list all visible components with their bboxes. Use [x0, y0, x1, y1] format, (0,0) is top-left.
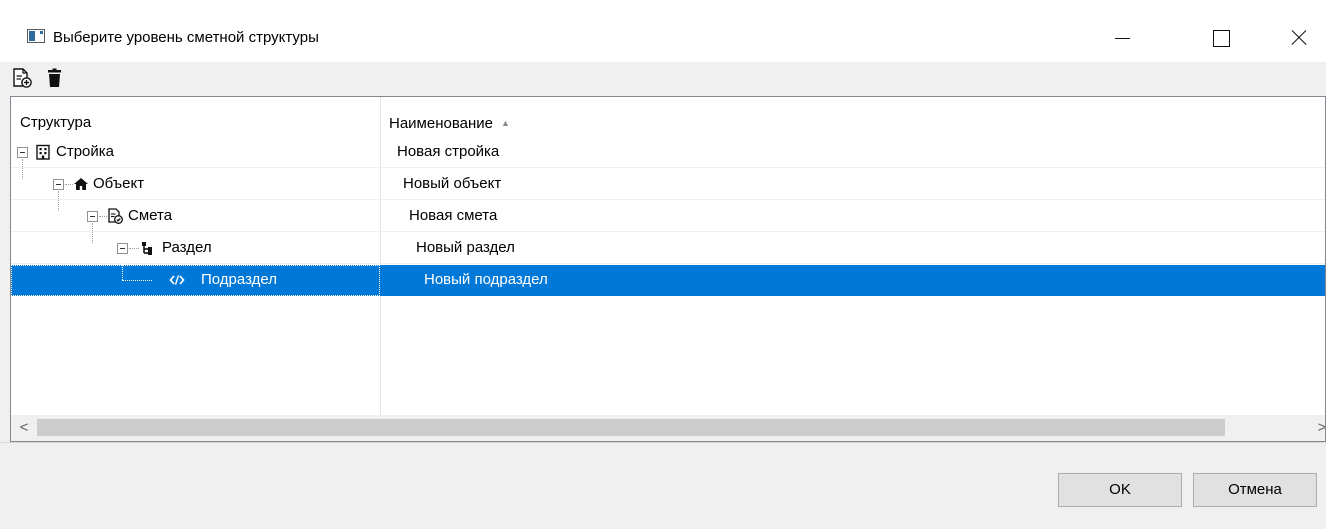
structure-label: Подраздел: [201, 271, 277, 288]
tree-connector: [22, 159, 23, 179]
structure-tree[interactable]: Структура Наименование ▲ Стройка Новая ст…: [10, 96, 1326, 442]
structure-label: Раздел: [162, 239, 212, 256]
title-bar: Выберите уровень сметной структуры: [0, 0, 1326, 62]
house-icon: [73, 176, 89, 192]
tree-row[interactable]: Объект Новый объект: [11, 159, 1325, 200]
collapse-toggle-icon[interactable]: [117, 243, 128, 254]
structure-cell: Подраздел: [11, 255, 380, 296]
tree-connector: [129, 248, 139, 249]
building-icon: [35, 144, 51, 160]
name-cell: Новый подраздел: [424, 271, 548, 288]
tree-connector: [58, 191, 59, 211]
sort-ascending-icon: ▲: [500, 118, 510, 128]
tree-connector: [65, 184, 73, 185]
tree-connector: [92, 223, 93, 243]
maximize-button[interactable]: [1198, 14, 1244, 60]
name-cell: Новая стройка: [397, 143, 500, 160]
code-brackets-icon: [169, 272, 185, 288]
tree-row[interactable]: Смета Новая смета: [11, 191, 1325, 232]
name-cell: Новый раздел: [416, 239, 515, 256]
tree-connector: [122, 280, 152, 281]
footer-divider: [0, 442, 1326, 443]
collapse-toggle-icon[interactable]: [87, 211, 98, 222]
structure-cell: Объект: [11, 159, 380, 200]
hierarchy-icon: [139, 240, 155, 256]
minimize-button[interactable]: [1100, 14, 1146, 60]
tree-row[interactable]: Раздел Новый раздел: [11, 223, 1325, 264]
scroll-right-button[interactable]: >: [1309, 415, 1325, 441]
tree-row[interactable]: Стройка Новая стройка: [11, 137, 1325, 168]
structure-cell: Раздел: [11, 223, 380, 264]
name-cell: Новая смета: [409, 207, 498, 224]
horizontal-scrollbar[interactable]: < >: [11, 415, 1325, 441]
structure-label: Смета: [128, 207, 173, 224]
trash-icon: [48, 68, 61, 87]
add-document-icon: [13, 68, 32, 88]
add-document-button[interactable]: [11, 67, 33, 89]
window-title: Выберите уровень сметной структуры: [53, 29, 319, 46]
cancel-button[interactable]: Отмена: [1193, 473, 1317, 507]
tree-row-selected[interactable]: Подраздел Новый подраздел: [11, 255, 1325, 296]
tree-connector: [122, 255, 123, 280]
ok-button[interactable]: OK: [1058, 473, 1182, 507]
close-button[interactable]: [1275, 14, 1321, 60]
app-window-icon: [27, 29, 45, 43]
delete-button[interactable]: [44, 67, 66, 89]
structure-label: Объект: [93, 175, 145, 192]
collapse-toggle-icon[interactable]: [17, 147, 28, 158]
name-cell: Новый объект: [403, 175, 502, 192]
structure-cell: Стройка: [11, 137, 380, 168]
structure-label: Стройка: [56, 143, 115, 160]
tree-connector: [99, 216, 107, 217]
structure-cell: Смета: [11, 191, 380, 232]
scroll-thumb[interactable]: [37, 419, 1225, 436]
scroll-left-button[interactable]: <: [11, 415, 37, 441]
estimate-document-icon: [107, 208, 123, 224]
collapse-toggle-icon[interactable]: [53, 179, 64, 190]
toolbar: [0, 62, 1326, 96]
